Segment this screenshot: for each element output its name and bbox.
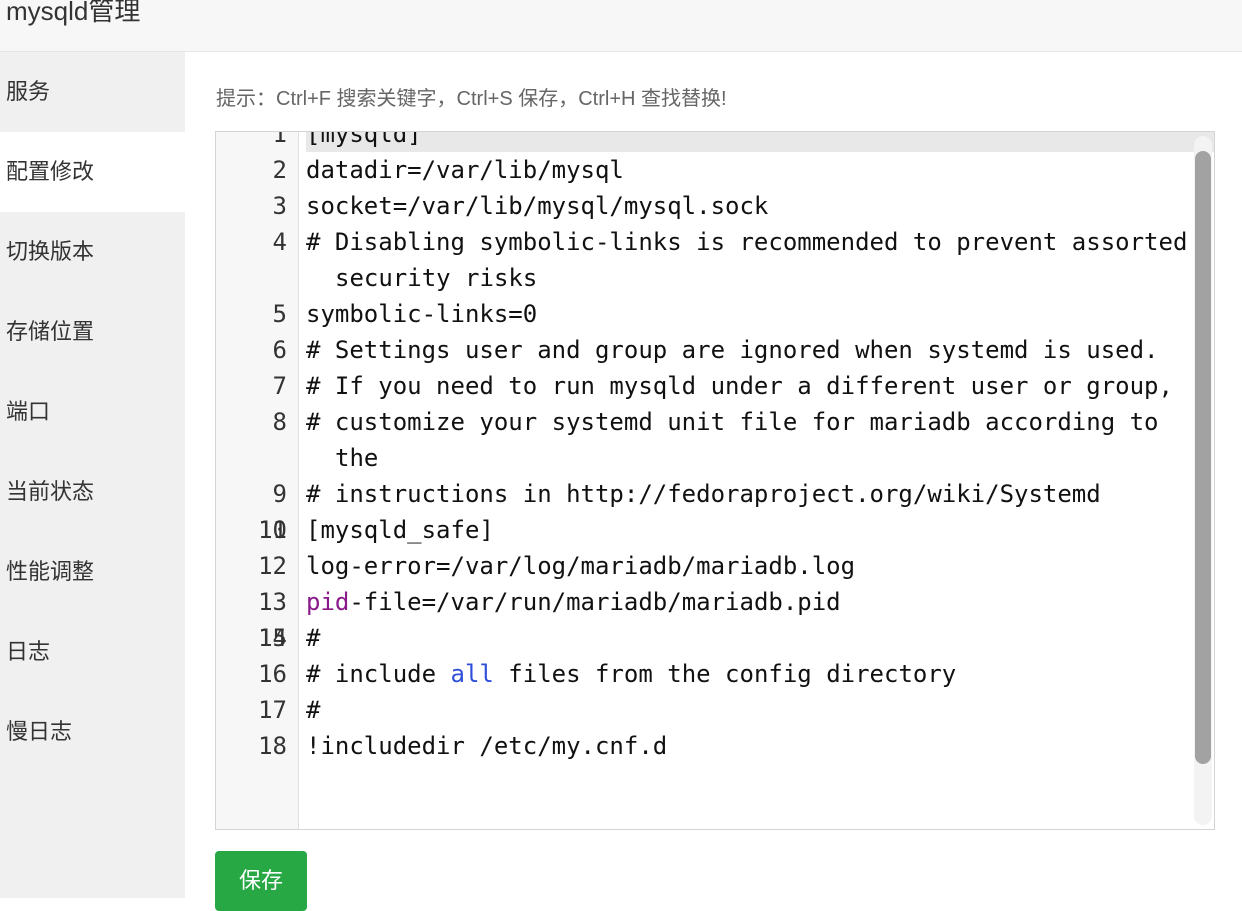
code-line: 18 !includedir /etc/my.cnf.d bbox=[216, 728, 1214, 764]
sidebar-item-log[interactable]: 日志 bbox=[0, 612, 185, 692]
line-text-comment: # Disabling symbolic-links is recommende… bbox=[306, 228, 1188, 292]
code-line: 15 # bbox=[216, 620, 1214, 656]
line-number: 3 bbox=[272, 192, 287, 220]
line-text: log-error=/var/log/mariadb/mariadb.log bbox=[306, 552, 856, 580]
line-number: 1 bbox=[272, 131, 287, 148]
line-text: [mysqld_safe] bbox=[306, 516, 494, 544]
line-text: pid-file=/var/run/mariadb/mariadb.pid bbox=[306, 584, 1214, 620]
code-line: 8 # customize your systemd unit file for… bbox=[216, 404, 1214, 476]
line-text-rest: -file=/var/run/mariadb/mariadb.pid bbox=[349, 588, 841, 616]
code-line: 7 # If you need to run mysqld under a di… bbox=[216, 368, 1214, 404]
save-button[interactable]: 保存 bbox=[215, 851, 307, 911]
line-number: 12 bbox=[258, 552, 287, 580]
sidebar-item-service[interactable]: 服务 bbox=[0, 52, 185, 132]
line-text: [mysqld] bbox=[306, 132, 1214, 152]
line-number: 2 bbox=[272, 156, 287, 184]
sidebar-item-storage-location[interactable]: 存储位置 bbox=[0, 292, 185, 372]
line-number: 18 bbox=[258, 732, 287, 760]
keyword-pid: pid bbox=[306, 588, 350, 616]
line-text: # bbox=[306, 696, 321, 724]
line-number: 16 bbox=[258, 660, 287, 688]
code-line: 1 [mysqld] bbox=[216, 131, 1214, 152]
line-number: 6 bbox=[272, 336, 287, 364]
code-line: 16 # include all files from the config d… bbox=[216, 656, 1214, 692]
app-header: mysqld管理 bbox=[0, 0, 1242, 52]
code-line: 2 datadir=/var/lib/mysql bbox=[216, 152, 1214, 188]
line-text: !includedir /etc/my.cnf.d bbox=[306, 732, 668, 760]
line-text-a: # include bbox=[306, 660, 451, 688]
sidebar-item-switch-version[interactable]: 切换版本 bbox=[0, 212, 185, 292]
sidebar-item-config[interactable]: 配置修改 bbox=[0, 132, 185, 212]
sidebar-item-slow-log[interactable]: 慢日志 bbox=[0, 692, 185, 772]
page-title: mysqld管理 bbox=[6, 0, 141, 26]
line-text-comment: # If you need to run mysqld under a diff… bbox=[306, 372, 1173, 400]
code-line: 4 # Disabling symbolic-links is recommen… bbox=[216, 224, 1214, 296]
line-text: socket=/var/lib/mysql/mysql.sock bbox=[306, 192, 769, 220]
sidebar-item-current-status[interactable]: 当前状态 bbox=[0, 452, 185, 532]
line-text: symbolic-links=0 bbox=[306, 300, 538, 328]
line-text-b: files from the config directory bbox=[493, 660, 957, 688]
code-line: 12 log-error=/var/log/mariadb/mariadb.lo… bbox=[216, 548, 1214, 584]
code-area[interactable]: 1 [mysqld] 2 datadir=/var/lib/mysql 3 so… bbox=[216, 131, 1214, 764]
line-text-comment: # customize your systemd unit file for m… bbox=[306, 408, 1173, 472]
line-text: # bbox=[306, 624, 321, 652]
line-number: 15 bbox=[258, 624, 287, 652]
sidebar-item-performance[interactable]: 性能调整 bbox=[0, 532, 185, 612]
line-number: 8 bbox=[272, 408, 287, 436]
line-text: # include all files from the config dire… bbox=[306, 656, 1214, 692]
code-line: 6 # Settings user and group are ignored … bbox=[216, 332, 1214, 368]
keyword-all: all bbox=[450, 660, 494, 688]
code-line: 13 pid-file=/var/run/mariadb/mariadb.pid bbox=[216, 584, 1214, 620]
line-text: datadir=/var/lib/mysql bbox=[306, 156, 624, 184]
line-number: 13 bbox=[258, 588, 287, 616]
code-line: 9 # instructions in http://fedoraproject… bbox=[216, 476, 1214, 512]
code-line: 11 [mysqld_safe] bbox=[216, 512, 1214, 548]
line-number: 11 bbox=[258, 516, 287, 544]
line-text-comment: # instructions in http://fedoraproject.o… bbox=[306, 480, 1101, 508]
editor-hint: 提示：Ctrl+F 搜索关键字，Ctrl+S 保存，Ctrl+H 查找替换! bbox=[216, 88, 727, 110]
sidebar: 服务 配置修改 切换版本 存储位置 端口 当前状态 性能调整 日志 慢日志 bbox=[0, 52, 185, 898]
config-editor[interactable]: 1 [mysqld] 2 datadir=/var/lib/mysql 3 so… bbox=[215, 131, 1215, 830]
line-number: 4 bbox=[272, 228, 287, 256]
sidebar-item-port[interactable]: 端口 bbox=[0, 372, 185, 452]
code-line: 3 socket=/var/lib/mysql/mysql.sock bbox=[216, 188, 1214, 224]
line-text-comment: # Settings user and group are ignored wh… bbox=[306, 336, 1159, 364]
code-line: 17 # bbox=[216, 692, 1214, 728]
line-number: 17 bbox=[258, 696, 287, 724]
line-number: 9 bbox=[272, 480, 287, 508]
line-number: 5 bbox=[272, 300, 287, 328]
code-line: 5 symbolic-links=0 bbox=[216, 296, 1214, 332]
editor-scrollbar-thumb[interactable] bbox=[1195, 151, 1211, 764]
line-number: 7 bbox=[272, 372, 287, 400]
